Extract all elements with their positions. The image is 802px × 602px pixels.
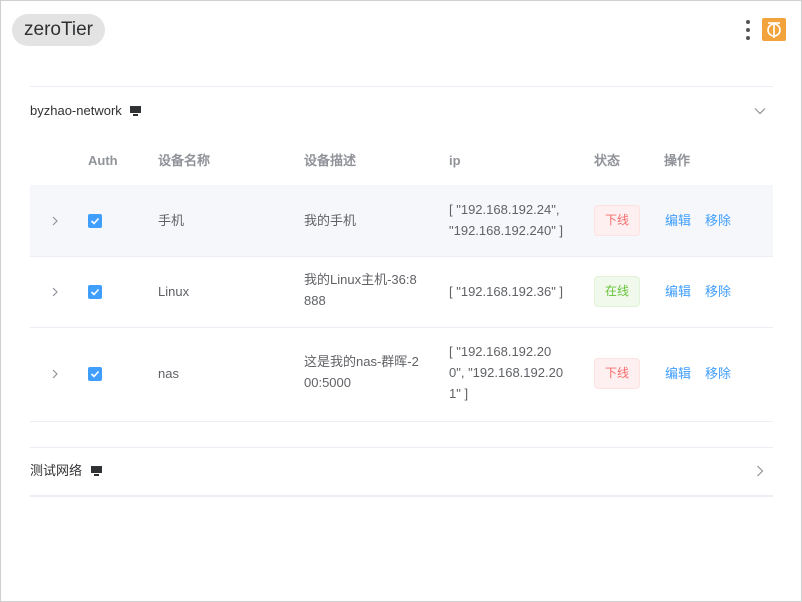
network-header-byzhao[interactable]: byzhao-network [30,86,773,136]
zerotier-logo-icon[interactable] [762,18,786,41]
auth-checkbox[interactable] [88,367,102,381]
monitor-icon [90,465,102,476]
chevron-right-icon[interactable] [50,286,60,298]
device-ip: [ "192.168.192.20 0", "192.168.192.20 1" ] [449,344,564,401]
device-name: nas [158,366,179,381]
network-name: byzhao-network [30,103,122,118]
edit-link[interactable]: 编辑 [665,210,691,231]
device-name: Linux [158,284,190,299]
remove-link[interactable]: 移除 [705,363,731,384]
status-badge: 在线 [594,276,640,307]
auth-checkbox[interactable] [88,285,102,299]
chevron-right-icon[interactable] [753,464,767,478]
chevron-right-icon[interactable] [50,368,60,380]
app-title: zeroTier [12,14,105,46]
remove-link[interactable]: 移除 [705,281,731,302]
edit-link[interactable]: 编辑 [665,281,691,302]
status-badge: 下线 [594,358,640,389]
column-header-ip: ip [449,153,461,168]
network-header-test[interactable]: 测试网络 [30,447,773,495]
app-window: zeroTier byzhao-network Auth 设备名称 设备描述 i… [0,0,802,602]
more-vertical-icon[interactable] [739,18,757,42]
device-description: 我的手机 [304,213,357,228]
column-header-device-name: 设备名称 [158,153,211,168]
table-row: 手机 我的手机 [ "192.168.192.24", "192.168.192.… [30,185,773,257]
chevron-down-icon[interactable] [753,104,767,118]
divider [30,495,773,497]
table-row: Linux 我的Linux主机-36:8 888 [ "192.168.192.3… [30,257,773,328]
column-header-status: 状态 [594,153,621,168]
remove-link[interactable]: 移除 [705,210,731,231]
device-name: 手机 [158,213,185,228]
network-title: 测试网络 [30,447,102,495]
chevron-right-icon[interactable] [50,215,60,227]
auth-checkbox[interactable] [88,214,102,228]
column-header-device-desc: 设备描述 [304,153,357,168]
edit-link[interactable]: 编辑 [665,363,691,384]
device-ip: [ "192.168.192.24", "192.168.192.240" ] [449,202,564,238]
network-title: byzhao-network [30,86,142,136]
column-header-actions: 操作 [664,153,691,168]
table-row: nas 这是我的nas-群晖-2 00:5000 [ "192.168.192.2… [30,328,773,422]
device-description: 我的Linux主机-36:8 888 [304,272,417,308]
column-header-auth: Auth [88,153,118,168]
monitor-icon [130,105,142,116]
device-description: 这是我的nas-群晖-2 00:5000 [304,354,419,390]
device-ip: [ "192.168.192.36" ] [449,284,564,299]
status-badge: 下线 [594,205,640,236]
network-name: 测试网络 [30,463,83,478]
